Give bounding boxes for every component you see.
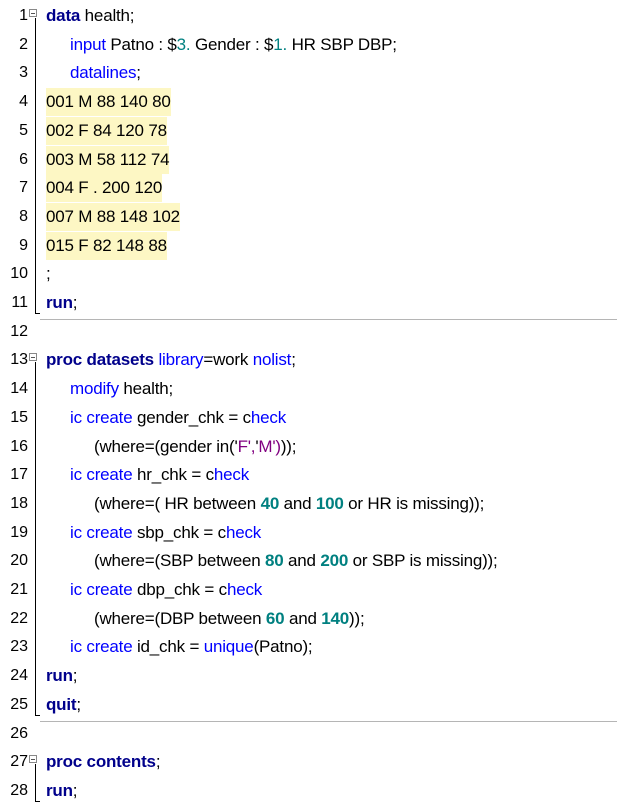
line-number: 4	[19, 93, 28, 111]
code-line[interactable]: 6 003 M 58 112 74	[0, 145, 617, 174]
code-line[interactable]: 27 proc contents;	[0, 748, 617, 776]
code-editor[interactable]: 1 data health; 2 input Patno : $3. Gender :…	[0, 0, 617, 804]
code-text[interactable]: input Patno : $3. Gender : $1. HR SBP DB…	[70, 31, 397, 59]
code-text[interactable]: ic create dbp_chk = check	[70, 576, 262, 604]
line-number: 14	[10, 380, 28, 398]
code-line[interactable]: 9 015 F 82 148 88	[0, 231, 617, 260]
code-line[interactable]: 4 001 M 88 140 80	[0, 88, 617, 117]
code-text[interactable]: 002 F 84 120 78	[46, 116, 167, 145]
line-number: 20	[10, 552, 28, 570]
code-line[interactable]: 26	[0, 720, 617, 748]
code-text[interactable]: ;	[46, 260, 51, 288]
line-number: 27	[10, 753, 28, 771]
code-text[interactable]: 007 M 88 148 102	[46, 202, 180, 231]
line-number: 15	[10, 408, 28, 426]
code-text[interactable]: proc datasets library=work nolist;	[46, 346, 296, 374]
code-line[interactable]: 11 run;	[0, 289, 617, 317]
line-number: 1	[19, 7, 28, 24]
line-number: 12	[10, 322, 28, 340]
line-number: 19	[10, 523, 28, 541]
code-line[interactable]: 2 input Patno : $3. Gender : $1. HR SBP D…	[0, 31, 617, 59]
code-text[interactable]: proc contents;	[46, 748, 161, 776]
code-text[interactable]: (where=(DBP between 60 and 140));	[94, 605, 365, 633]
code-line[interactable]: 25 quit;	[0, 691, 617, 719]
fold-guide-line	[35, 18, 36, 313]
code-line[interactable]: 24 run;	[0, 662, 617, 690]
code-line[interactable]: 28 run;	[0, 777, 617, 805]
code-line[interactable]: 22 (where=(DBP between 60 and 140));	[0, 605, 617, 633]
code-line[interactable]: 8 007 M 88 148 102	[0, 202, 617, 231]
fold-guide-line	[35, 764, 36, 801]
code-line[interactable]: 20 (where=(SBP between 80 and 200 or SBP …	[0, 547, 617, 575]
line-number: 28	[10, 781, 28, 799]
code-text[interactable]: 004 F . 200 120	[46, 174, 162, 203]
code-text[interactable]: ic create hr_chk = check	[70, 461, 249, 489]
fold-toggle-icon[interactable]	[29, 9, 37, 17]
code-line[interactable]: 13 proc datasets library=work nolist;	[0, 346, 617, 374]
line-number: 2	[19, 35, 28, 53]
line-number: 26	[10, 724, 28, 742]
line-number: 7	[19, 179, 28, 197]
line-number: 23	[10, 638, 28, 656]
line-number: 25	[10, 695, 28, 713]
fold-guide-end	[35, 714, 40, 716]
line-number: 10	[10, 265, 28, 283]
code-text[interactable]: 015 F 82 148 88	[46, 231, 167, 260]
code-text[interactable]: modify health;	[70, 375, 173, 403]
code-line[interactable]: 17 ic create hr_chk = check	[0, 461, 617, 489]
fold-toggle-icon[interactable]	[29, 353, 37, 362]
code-text[interactable]: (where=( HR between 40 and 100 or HR is …	[94, 490, 484, 518]
code-text[interactable]: ic create sbp_chk = check	[70, 519, 261, 547]
code-text[interactable]: (where=(SBP between 80 and 200 or SBP is…	[94, 547, 498, 575]
line-number: 17	[10, 466, 28, 484]
step-separator	[40, 720, 617, 722]
line-number: 8	[19, 207, 28, 225]
code-text[interactable]: ic create gender_chk = check	[70, 404, 286, 432]
line-number: 9	[19, 236, 28, 254]
fold-toggle-icon[interactable]	[29, 755, 37, 764]
code-text[interactable]: ic create id_chk = unique(Patno);	[70, 633, 313, 661]
code-line[interactable]: 15 ic create gender_chk = check	[0, 404, 617, 432]
code-text[interactable]: 001 M 88 140 80	[46, 88, 171, 117]
line-number: 3	[19, 64, 28, 82]
line-number: 6	[19, 150, 28, 168]
code-text[interactable]: 003 M 58 112 74	[46, 145, 170, 174]
fold-guide-end	[35, 800, 40, 802]
step-separator	[40, 318, 617, 320]
line-number: 24	[10, 667, 28, 685]
line-number: 21	[10, 581, 28, 598]
code-line[interactable]: 3 datalines;	[0, 59, 617, 87]
fold-guide-line	[35, 362, 36, 715]
code-line[interactable]: 14 modify health;	[0, 375, 617, 403]
code-line[interactable]: 21 ic create dbp_chk = check	[0, 576, 617, 604]
code-line[interactable]: 10;	[0, 260, 617, 288]
code-line[interactable]: 7 004 F . 200 120	[0, 174, 617, 203]
code-line[interactable]: 12	[0, 318, 617, 346]
code-line[interactable]: 19 ic create sbp_chk = check	[0, 519, 617, 547]
code-text[interactable]: run;	[46, 777, 78, 805]
code-text[interactable]: quit;	[46, 691, 81, 719]
line-number: 13	[10, 351, 28, 369]
code-line[interactable]: 5 002 F 84 120 78	[0, 116, 617, 145]
code-text[interactable]: run;	[46, 289, 78, 317]
code-line[interactable]: 23 ic create id_chk = unique(Patno);	[0, 633, 617, 661]
code-text[interactable]: data health;	[46, 2, 135, 30]
code-text[interactable]: (where=(gender in('F','M')));	[94, 433, 297, 461]
code-line[interactable]: 18 (where=( HR between 40 and 100 or HR i…	[0, 490, 617, 518]
line-number: 11	[11, 294, 28, 311]
line-number: 18	[10, 494, 28, 512]
line-number: 16	[10, 437, 28, 455]
code-text[interactable]: datalines;	[70, 59, 141, 87]
code-text[interactable]: run;	[46, 662, 78, 690]
code-line[interactable]: 16 (where=(gender in('F','M')));	[0, 433, 617, 461]
code-line[interactable]: 1 data health;	[0, 2, 617, 30]
line-number: 5	[19, 121, 28, 139]
line-number: 22	[10, 609, 28, 627]
fold-guide-end	[35, 313, 40, 314]
